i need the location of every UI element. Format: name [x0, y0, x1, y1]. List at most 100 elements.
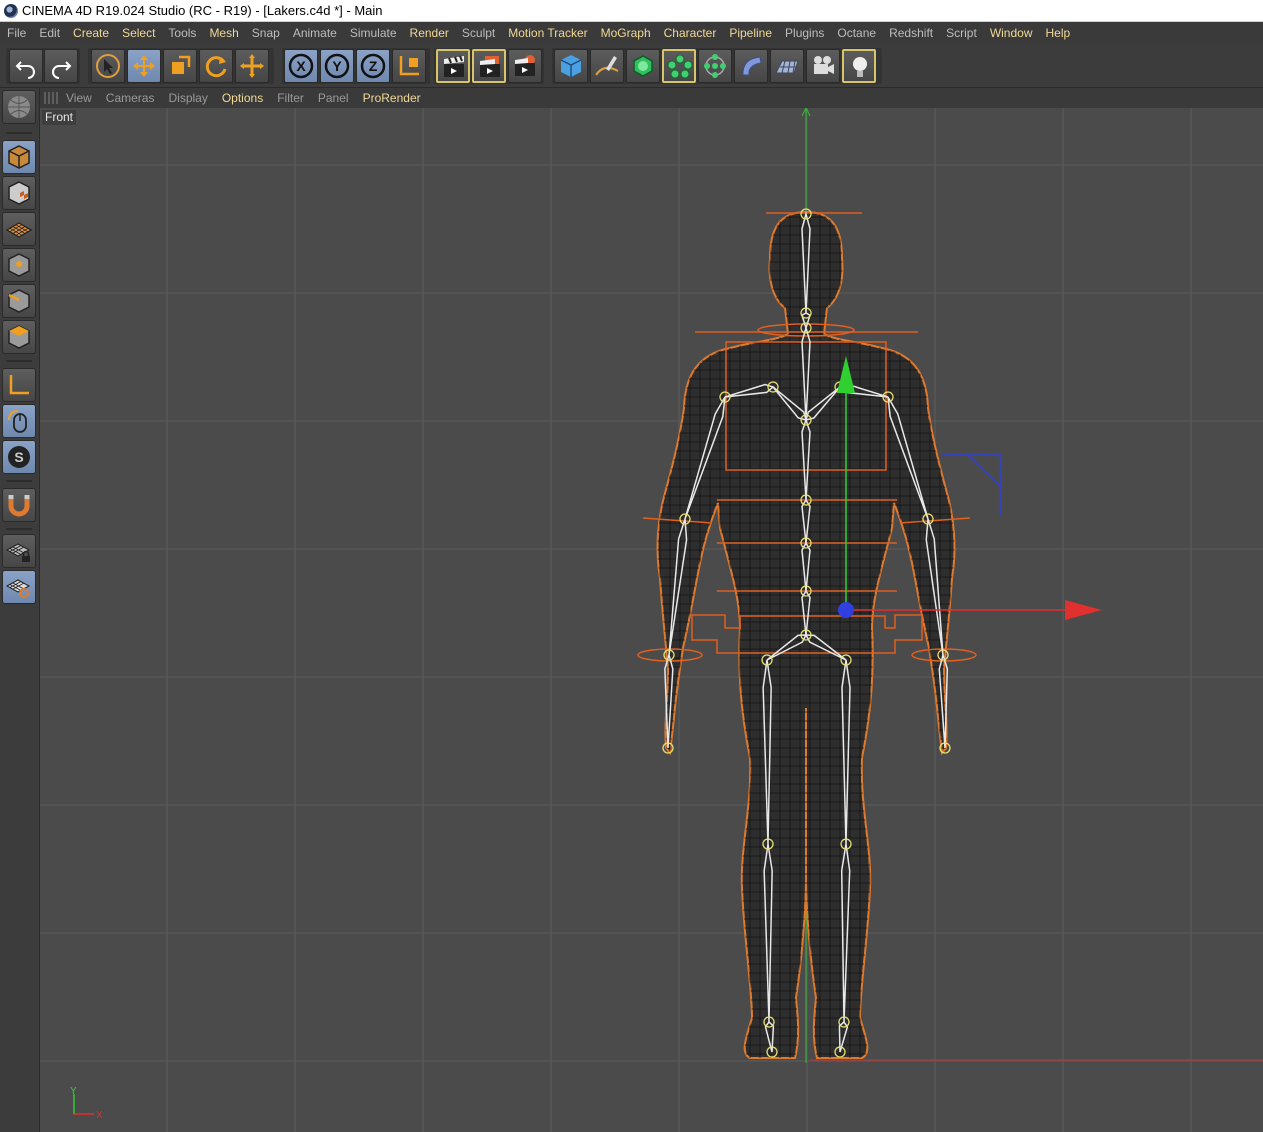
menu-snap[interactable]: Snap [245, 22, 286, 44]
menu-mograph[interactable]: MoGraph [594, 22, 657, 44]
cinema4d-app-icon [4, 4, 18, 18]
viewport-scene[interactable]: Y X [40, 108, 1263, 1132]
menu-redshift[interactable]: Redshift [882, 22, 939, 44]
menu-octane[interactable]: Octane [830, 22, 882, 44]
enable-axis-button[interactable] [2, 368, 36, 402]
title-bar: CINEMA 4D R19.024 Studio (RC - R19) - [L… [0, 0, 1263, 22]
workplane-grid-icon [6, 222, 32, 238]
polygons-cube-icon [8, 325, 30, 349]
floor-scene-button[interactable] [770, 49, 804, 83]
viewport-menu-display[interactable]: Display [161, 88, 214, 108]
menu-help[interactable]: Help [1039, 22, 1077, 44]
cube-icon [560, 55, 582, 77]
redo-button[interactable] [44, 49, 78, 83]
model-cube-icon [8, 145, 30, 169]
z-axis-icon: Z [360, 53, 386, 79]
solo-mode-button[interactable]: S [2, 440, 36, 474]
lock-workplane-button[interactable] [2, 534, 36, 568]
y-axis-lock-button[interactable]: Y [320, 49, 354, 83]
polygons-mode-button[interactable] [2, 320, 36, 354]
camera-button[interactable] [806, 49, 840, 83]
live-selection-button[interactable] [91, 49, 125, 83]
tweak-mode-button[interactable] [2, 404, 36, 438]
viewport-menu-options[interactable]: Options [215, 88, 270, 108]
menu-file[interactable]: File [0, 22, 32, 44]
svg-text:X: X [296, 58, 306, 74]
points-mode-button[interactable] [2, 248, 36, 282]
menu-character[interactable]: Character [657, 22, 723, 44]
pen-spline-button[interactable] [590, 49, 624, 83]
y-axis-icon: Y [324, 53, 350, 79]
bend-deformer-icon [742, 56, 762, 76]
menu-motion-tracker[interactable]: Motion Tracker [501, 22, 593, 44]
render-to-picture-viewer-button[interactable] [472, 49, 506, 83]
clapboard-gear-icon [515, 55, 535, 76]
workplane-mode-button[interactable] [2, 212, 36, 246]
front-viewport[interactable]: Y X Front [40, 108, 1263, 1132]
menu-animate[interactable]: Animate [286, 22, 343, 44]
viewport-menu-view[interactable]: View [59, 88, 99, 108]
subdivision-surface-button[interactable] [626, 49, 660, 83]
scale-icon [172, 55, 191, 74]
deformer-button[interactable] [698, 49, 732, 83]
menu-simulate[interactable]: Simulate [343, 22, 403, 44]
model-mode-button[interactable] [2, 140, 36, 174]
gizmo-x-arrow[interactable] [1065, 600, 1102, 620]
scale-tool-button[interactable] [163, 49, 197, 83]
menu-sculpt[interactable]: Sculpt [455, 22, 501, 44]
magnet-icon [8, 495, 30, 517]
menu-render[interactable]: Render [403, 22, 455, 44]
viewport-camera-label[interactable]: Front [42, 110, 77, 125]
render-settings-button[interactable] [508, 49, 542, 83]
svg-text:Z: Z [369, 58, 378, 74]
globe-sphere-icon [8, 96, 30, 118]
view-axis-indicator: Y X [70, 1086, 103, 1121]
recent-tool-button[interactable] [235, 49, 269, 83]
floor-grid-icon [775, 60, 799, 74]
edges-mode-button[interactable] [2, 284, 36, 318]
x-axis-lock-button[interactable]: X [284, 49, 318, 83]
menu-create[interactable]: Create [66, 22, 115, 44]
left-mode-palette: S [0, 88, 40, 1132]
grid-lock-icon [6, 543, 31, 562]
light-button[interactable] [842, 49, 876, 83]
z-axis-lock-button[interactable]: Z [356, 49, 390, 83]
menu-tools[interactable]: Tools [161, 22, 202, 44]
menu-select[interactable]: Select [115, 22, 161, 44]
panel-grip-handle[interactable] [44, 92, 58, 104]
axis-indicator-y-label: Y [70, 1086, 77, 1097]
viewport-menu-filter[interactable]: Filter [270, 88, 311, 108]
menu-edit[interactable]: Edit [32, 22, 66, 44]
move-tool-button[interactable] [127, 49, 161, 83]
texture-mode-button[interactable] [2, 176, 36, 210]
menu-pipeline[interactable]: Pipeline [722, 22, 778, 44]
undo-icon [15, 61, 35, 79]
window-title: CINEMA 4D R19.024 Studio (RC - R19) - [L… [22, 3, 383, 18]
cloner-button[interactable] [662, 49, 696, 83]
pen-spline-icon [595, 56, 619, 76]
bend-deformer-button[interactable] [734, 49, 768, 83]
main-menu-bar: File Edit Create Select Tools Mesh Snap Animate… [0, 22, 1263, 44]
subdivision-surface-icon [633, 55, 653, 77]
make-editable-button[interactable] [2, 90, 36, 124]
cube-object-button[interactable] [554, 49, 588, 83]
atom-array-icon [704, 54, 726, 78]
snapping-button[interactable] [2, 488, 36, 522]
svg-text:S: S [14, 449, 23, 465]
undo-button[interactable] [9, 49, 43, 83]
coordinate-system-button[interactable] [392, 49, 426, 83]
menu-mesh[interactable]: Mesh [202, 22, 244, 44]
planar-workplane-button[interactable] [2, 570, 36, 604]
menu-script[interactable]: Script [939, 22, 983, 44]
viewport-menu-cameras[interactable]: Cameras [99, 88, 162, 108]
viewport-menu-prorender[interactable]: ProRender [356, 88, 428, 108]
render-view-button[interactable] [436, 49, 470, 83]
viewport-menu-panel[interactable]: Panel [311, 88, 356, 108]
axis-indicator-x-label: X [96, 1110, 103, 1121]
crosshair-move-icon [240, 54, 264, 78]
rotate-tool-button[interactable] [199, 49, 233, 83]
menu-window[interactable]: Window [983, 22, 1039, 44]
menu-plugins[interactable]: Plugins [778, 22, 830, 44]
redo-icon [52, 61, 72, 79]
gizmo-z-handle[interactable] [838, 602, 854, 618]
